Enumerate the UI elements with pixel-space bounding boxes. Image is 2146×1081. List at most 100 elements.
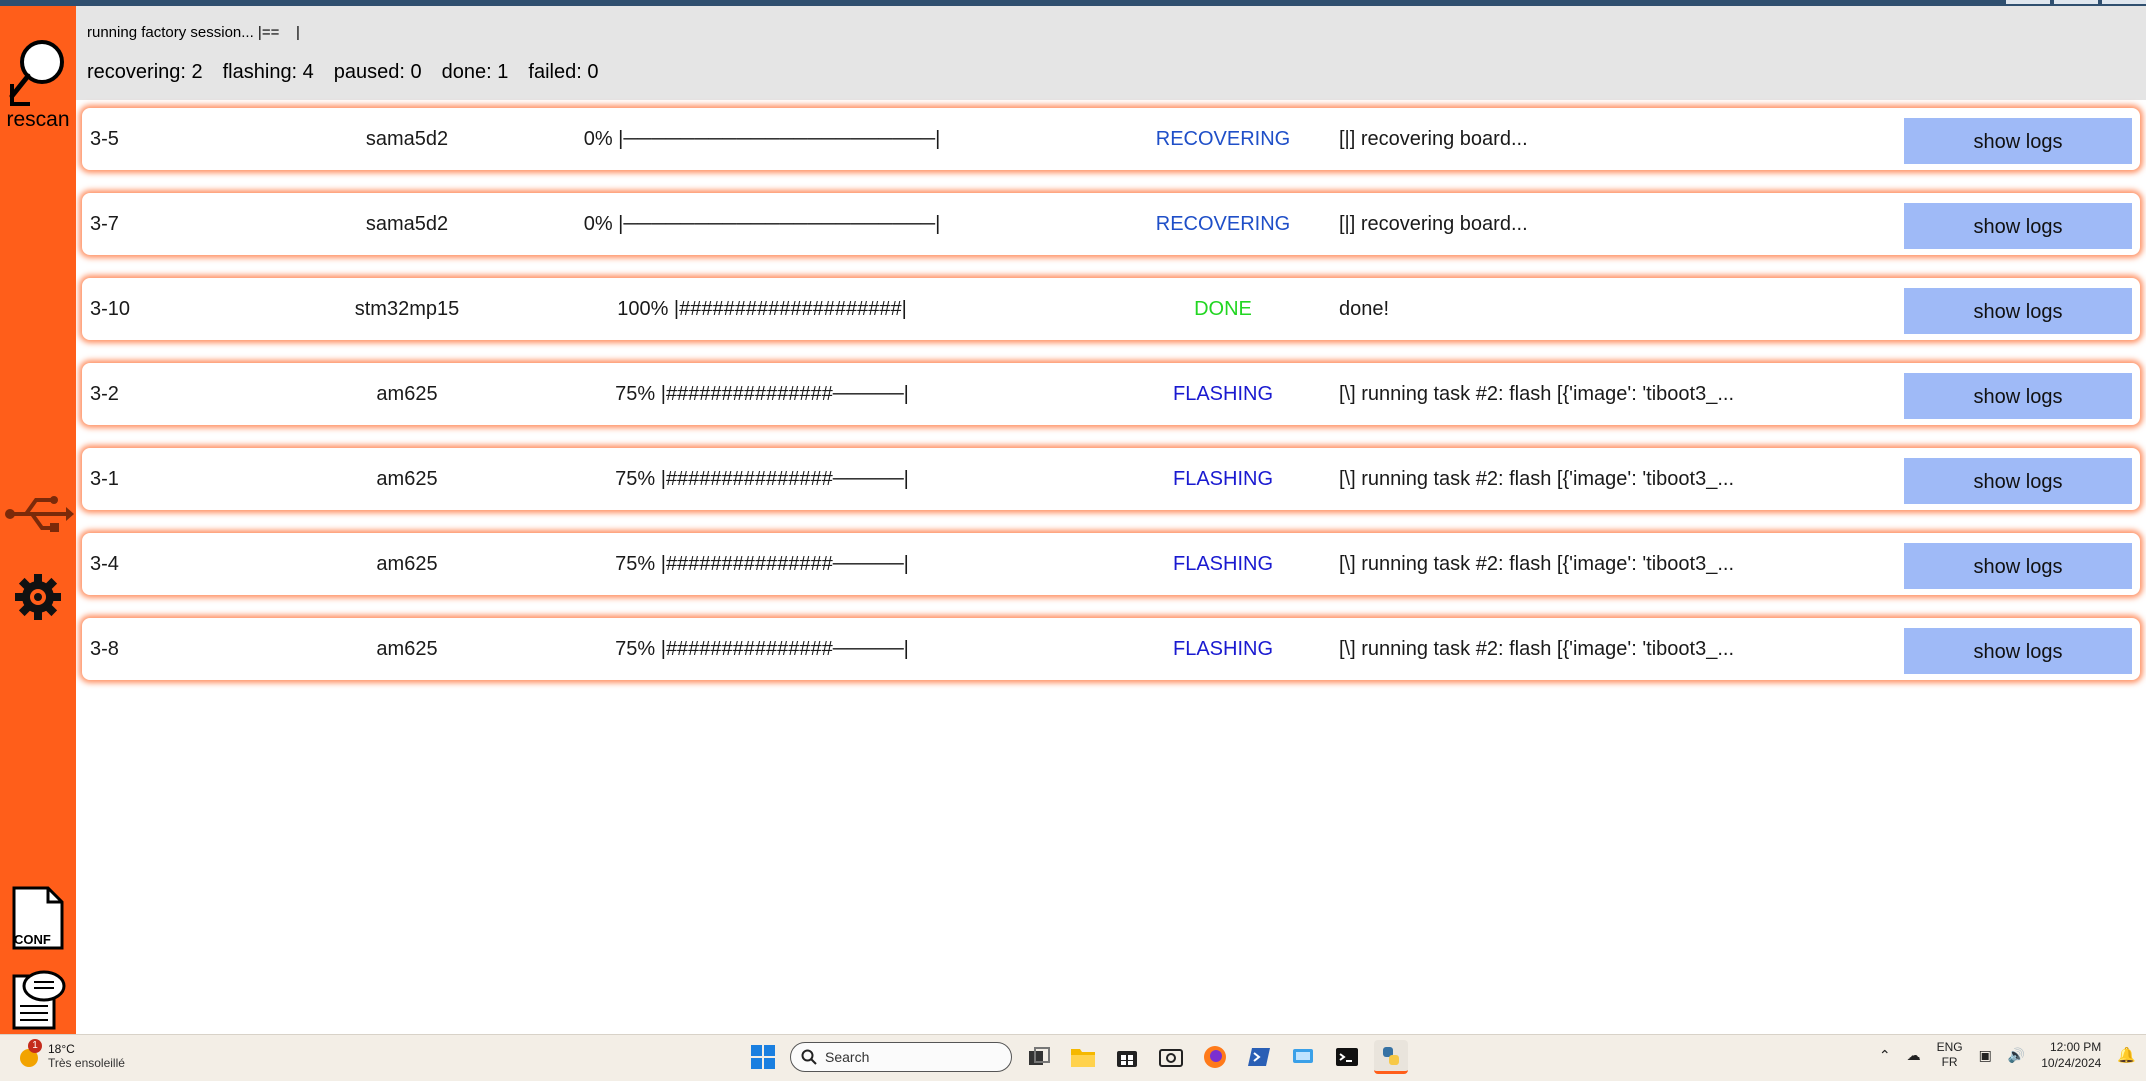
board-soc: am625 <box>376 383 438 405</box>
store-icon[interactable] <box>1110 1040 1144 1074</box>
board-message: [\] running task #2: flash [{'image': 't… <box>1339 468 1735 490</box>
chevron-up-icon[interactable]: ⌃ <box>1879 1047 1891 1064</box>
board-port: 3-5 <box>90 128 119 150</box>
board-progress: 75% |###############─────| <box>615 383 909 405</box>
volume-icon[interactable]: 🔊 <box>2008 1047 2025 1064</box>
board-soc: stm32mp15 <box>354 298 460 320</box>
counter-failed: failed: 0 <box>528 61 599 83</box>
windows-taskbar: 1 18°C Très ensoleillé Search ⌃ ☁ ENG FR… <box>0 1034 2146 1081</box>
board-soc: sama5d2 <box>365 128 449 150</box>
counter-recovering: recovering: 2 <box>87 61 203 83</box>
show-logs-button[interactable]: show logs <box>1904 203 2132 249</box>
rescan-label: rescan <box>6 108 70 131</box>
settings-button[interactable] <box>0 572 76 622</box>
usb-icon <box>5 496 74 532</box>
clock[interactable]: 12:00 PM 10/24/2024 <box>2041 1039 2101 1071</box>
weather-badge: 1 <box>28 1039 42 1053</box>
board-message: [|] recovering board... <box>1339 128 1528 150</box>
counter-flashing: flashing: 4 <box>222 61 314 83</box>
weather-description: Très ensoleillé <box>48 1056 125 1070</box>
camera-app-icon[interactable] <box>1154 1040 1188 1074</box>
board-progress: 0% |──────────────────────| <box>583 213 941 235</box>
language-bottom: FR <box>1941 1055 1958 1069</box>
rescan-button[interactable]: rescan <box>0 34 76 132</box>
board-row: 3-5 sama5d2 0% |──────────────────────| … <box>82 108 2140 170</box>
file-explorer-icon[interactable] <box>1066 1040 1100 1074</box>
magnifier-icon <box>9 40 64 106</box>
show-logs-button[interactable]: show logs <box>1904 373 2132 419</box>
board-soc: sama5d2 <box>365 213 449 235</box>
usb-button[interactable] <box>0 490 76 538</box>
terminal-icon[interactable] <box>1330 1040 1364 1074</box>
board-state: RECOVERING <box>1155 128 1291 150</box>
task-view-icon[interactable] <box>1022 1040 1056 1074</box>
board-state: FLASHING <box>1172 638 1274 660</box>
board-soc: am625 <box>376 638 438 660</box>
taskbar-search[interactable]: Search <box>790 1042 1012 1072</box>
board-message: [|] recovering board... <box>1339 213 1528 235</box>
board-port: 3-1 <box>90 468 119 490</box>
board-progress: 75% |###############─────| <box>615 638 909 660</box>
notification-bell-icon[interactable]: 🔔 <box>2117 1046 2136 1064</box>
board-row: 3-7 sama5d2 0% |──────────────────────| … <box>82 193 2140 255</box>
python-app-icon[interactable] <box>1374 1040 1408 1074</box>
close-button[interactable] <box>2102 0 2146 4</box>
counter-done: done: 1 <box>441 61 509 83</box>
board-row: 3-10 stm32mp15 100% |###################… <box>82 278 2140 340</box>
board-message: [\] running task #2: flash [{'image': 't… <box>1339 383 1735 405</box>
system-tray: ⌃ ☁ ENG FR ▣ 🔊 12:00 PM 10/24/2024 🔔 <box>1879 1039 2136 1071</box>
display-icon[interactable]: ▣ <box>1979 1047 1992 1064</box>
board-state: FLASHING <box>1172 383 1274 405</box>
board-port: 3-2 <box>90 383 119 405</box>
board-row: 3-4 am625 75% |###############─────| FLA… <box>82 533 2140 595</box>
session-status: running factory session... |== | <box>87 24 300 41</box>
gear-icon <box>15 574 61 620</box>
search-icon <box>801 1049 817 1065</box>
board-row: 3-2 am625 75% |###############─────| FLA… <box>82 363 2140 425</box>
show-logs-button[interactable]: show logs <box>1904 628 2132 674</box>
network-cloud-icon[interactable]: ☁ <box>1907 1047 1921 1064</box>
board-port: 3-8 <box>90 638 119 660</box>
start-button[interactable] <box>746 1040 780 1074</box>
board-soc: am625 <box>376 553 438 575</box>
show-logs-button[interactable]: show logs <box>1904 458 2132 504</box>
board-state: RECOVERING <box>1155 213 1291 235</box>
board-row: 3-1 am625 75% |###############─────| FLA… <box>82 448 2140 510</box>
board-port: 3-10 <box>90 298 131 320</box>
show-logs-button[interactable]: show logs <box>1904 543 2132 589</box>
board-message: done! <box>1339 298 1390 320</box>
weather-temperature: 18°C <box>48 1042 75 1056</box>
board-row: 3-8 am625 75% |###############─────| FLA… <box>82 618 2140 680</box>
language-top: ENG <box>1936 1040 1963 1054</box>
sun-icon: 1 <box>14 1039 44 1071</box>
counter-paused: paused: 0 <box>333 61 422 83</box>
conf-button[interactable]: CONF <box>0 886 76 952</box>
board-message: [\] running task #2: flash [{'image': 't… <box>1339 638 1735 660</box>
weather-widget[interactable]: 1 18°C Très ensoleillé <box>14 1039 125 1071</box>
board-state: DONE <box>1194 298 1252 320</box>
remote-desktop-icon[interactable] <box>1286 1040 1320 1074</box>
show-logs-button[interactable]: show logs <box>1904 118 2132 164</box>
log-document-icon <box>12 970 66 1030</box>
screen: rescan CONF running factory session... |… <box>0 0 2146 1081</box>
language-indicator[interactable]: ENG FR <box>1937 1040 1963 1070</box>
minimize-button[interactable] <box>2006 0 2050 4</box>
board-port: 3-4 <box>90 553 119 575</box>
logs-button[interactable] <box>0 966 76 1030</box>
search-placeholder: Search <box>825 1049 870 1065</box>
maximize-button[interactable] <box>2054 0 2098 4</box>
board-state: FLASHING <box>1172 468 1274 490</box>
sidebar: rescan CONF <box>0 6 76 1034</box>
show-logs-button[interactable]: show logs <box>1904 288 2132 334</box>
taskbar-apps: Search <box>746 1040 1408 1074</box>
board-progress: 100% |####################| <box>617 298 907 320</box>
board-soc: am625 <box>376 468 438 490</box>
clock-time: 12:00 PM <box>2049 1040 2102 1054</box>
board-state: FLASHING <box>1172 553 1274 575</box>
windows-start-icon <box>751 1045 775 1069</box>
firefox-icon[interactable] <box>1198 1040 1232 1074</box>
board-progress: 0% |──────────────────────| <box>583 128 941 150</box>
powershell-icon[interactable] <box>1242 1040 1276 1074</box>
conf-label: CONF <box>14 932 51 947</box>
board-progress: 75% |###############─────| <box>615 553 909 575</box>
